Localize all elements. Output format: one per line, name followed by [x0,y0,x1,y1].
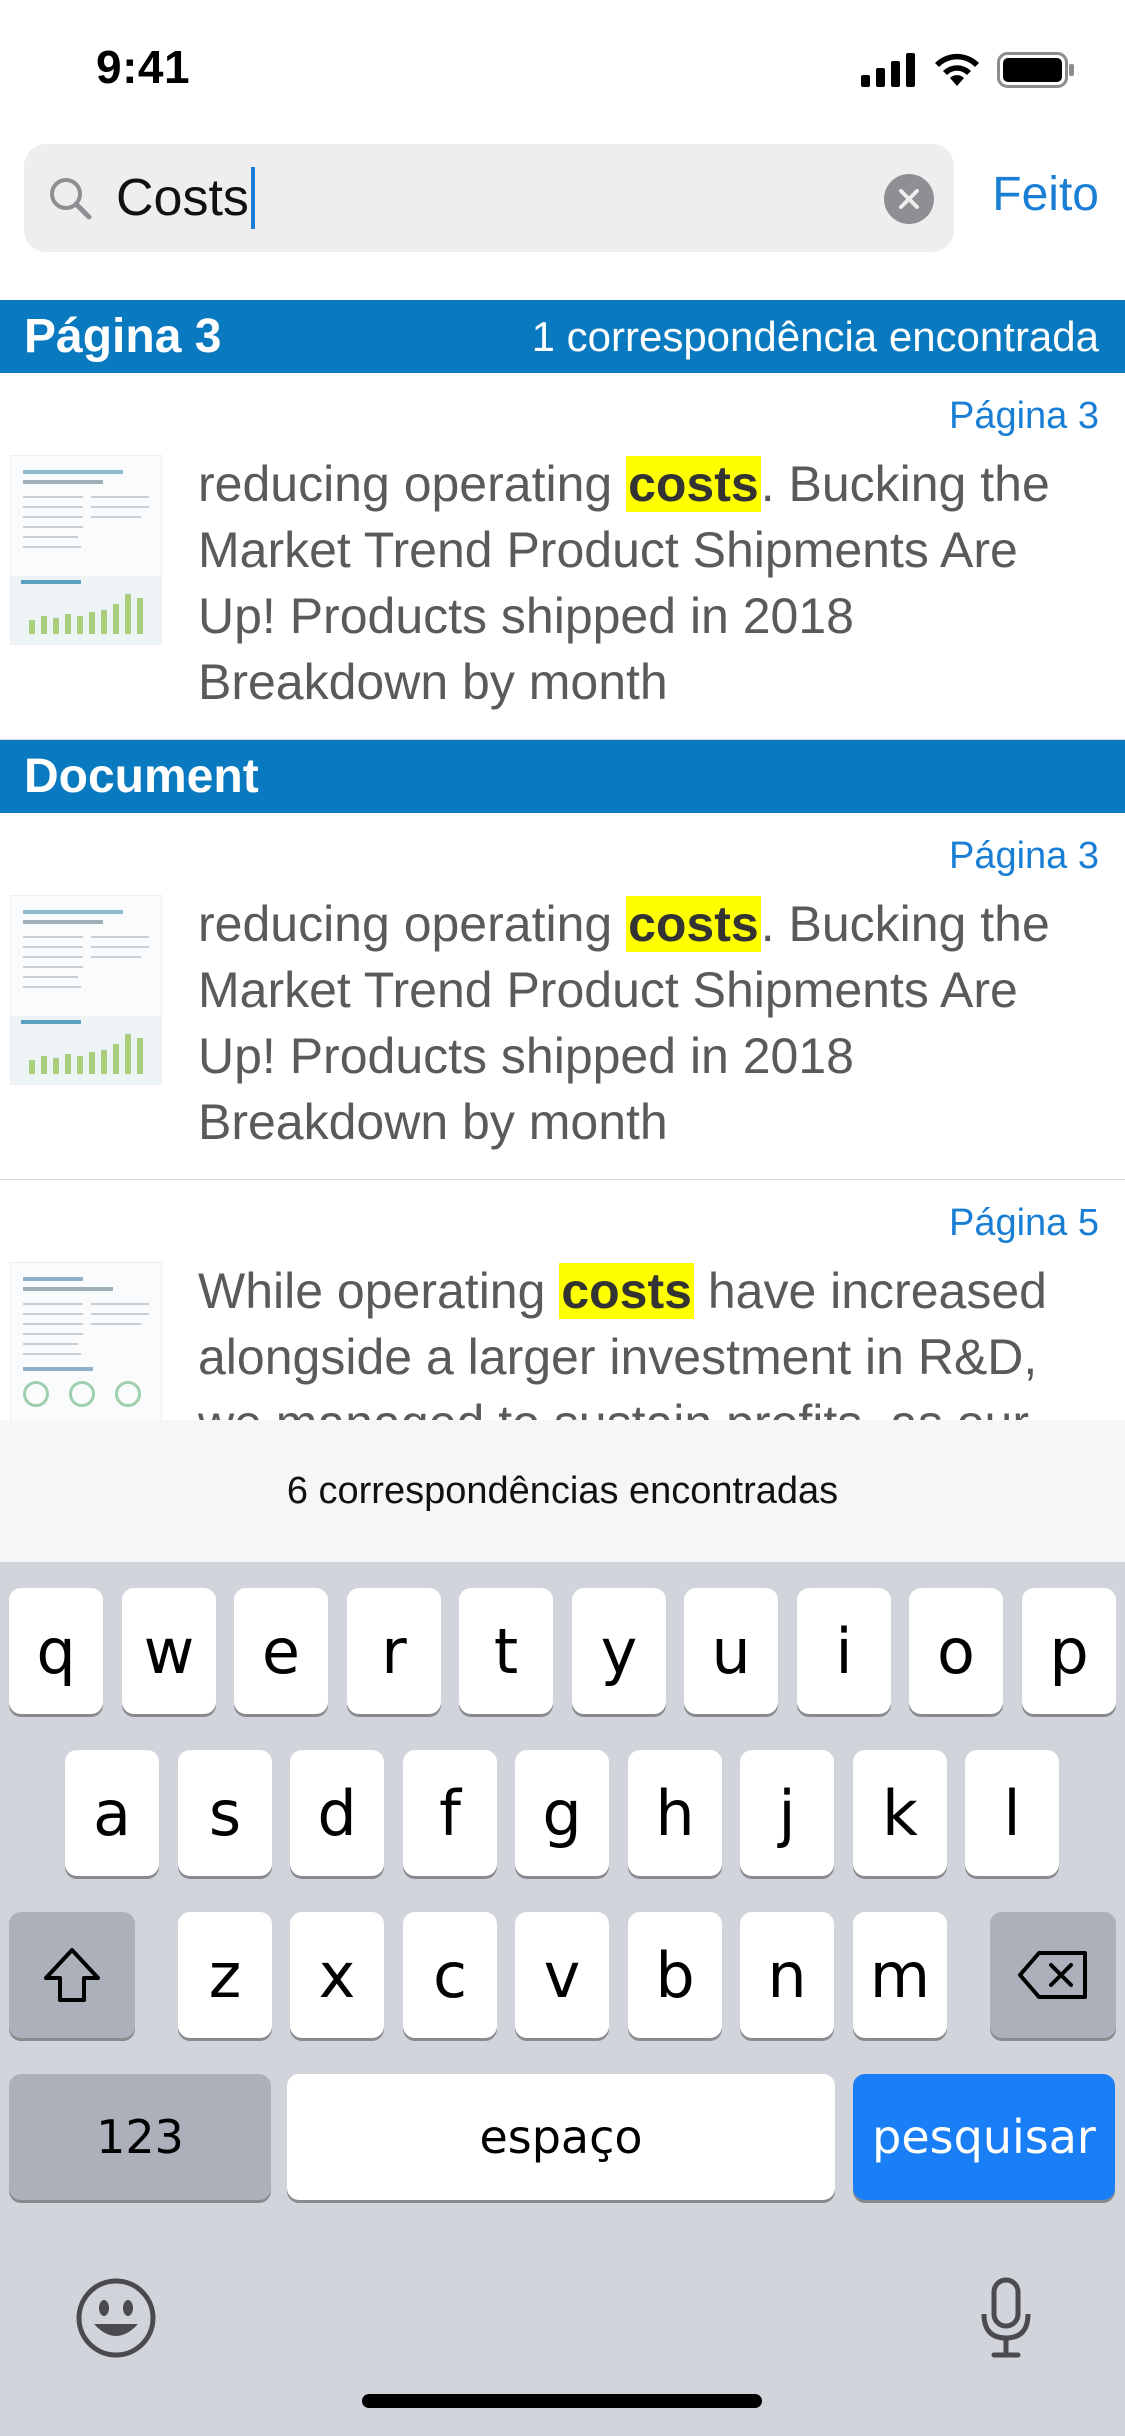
numbers-key[interactable]: 123 [9,2074,271,2200]
space-key[interactable]: espaço [287,2074,835,2200]
search-results: Página 3 1 correspondência encontrada Pá… [0,300,1125,1420]
key-z[interactable]: z [178,1912,272,2038]
section-match-count: 1 correspondência encontrada [531,312,1099,360]
key-u[interactable]: u [684,1588,778,1714]
home-indicator[interactable] [362,2394,762,2408]
search-query-text: Costs [116,169,249,227]
key-l[interactable]: l [965,1750,1059,1876]
search-row: Costs Feito [0,135,1125,265]
result-page-label: Página 5 [948,1202,1099,1244]
key-m[interactable]: m [853,1912,947,2038]
page-thumbnail [10,895,162,1085]
key-b[interactable]: b [628,1912,722,2038]
key-c[interactable]: c [403,1912,497,2038]
result-item[interactable]: Página 3 reducing operating costs. Bucki… [0,373,1125,740]
search-input[interactable]: Costs [116,167,255,229]
match-highlight: costs [626,896,761,952]
key-k[interactable]: k [853,1750,947,1876]
section-header-document: Document [0,740,1125,813]
status-time: 9:41 [96,41,191,93]
status-icons [861,50,1075,90]
microphone-icon [981,2277,1031,2358]
result-page-label: Página 3 [948,395,1099,437]
key-s[interactable]: s [178,1750,272,1876]
key-w[interactable]: w [122,1588,216,1714]
section-header-page-3: Página 3 1 correspondência encontrada [0,300,1125,373]
backspace-icon [1018,1951,1087,1999]
result-page-label: Página 3 [948,835,1099,877]
result-item[interactable]: Página 3 reducing operating costs. Bucki… [0,813,1125,1180]
result-item[interactable]: Página 5 While operating costs have incr… [0,1180,1125,1420]
shift-key[interactable] [9,1912,135,2038]
key-i[interactable]: i [797,1588,891,1714]
key-v[interactable]: v [515,1912,609,2038]
section-title: Document [24,750,259,803]
emoji-icon [76,2278,156,2358]
key-f[interactable]: f [403,1750,497,1876]
key-a[interactable]: a [65,1750,159,1876]
search-key[interactable]: pesquisar [853,2074,1115,2200]
key-y[interactable]: y [572,1588,666,1714]
key-n[interactable]: n [740,1912,834,2038]
search-field[interactable]: Costs [24,144,954,252]
key-d[interactable]: d [290,1750,384,1876]
key-o[interactable]: o [909,1588,1003,1714]
key-g[interactable]: g [515,1750,609,1876]
key-h[interactable]: h [628,1750,722,1876]
keyboard: q w e r t y u i o p a s d f g h j k l z … [0,1562,1125,2436]
key-j[interactable]: j [740,1750,834,1876]
page-thumbnail [10,455,162,645]
key-q[interactable]: q [9,1588,103,1714]
result-snippet: While operating costs have increased alo… [198,1263,1047,1420]
dictation-button[interactable] [978,2276,1034,2360]
close-icon [899,189,919,209]
status-bar: 9:41 [0,0,1125,135]
cellular-signal-icon [861,53,915,87]
key-r[interactable]: r [347,1588,441,1714]
delete-key[interactable] [990,1912,1116,2038]
done-button[interactable]: Feito [992,167,1099,222]
battery-icon [997,52,1074,88]
match-highlight: costs [626,456,761,512]
page-thumbnail [10,1262,162,1420]
section-title: Página 3 [24,310,222,363]
result-snippet: reducing operating costs. Bucking the Ma… [198,456,1050,710]
clear-search-button[interactable] [884,174,934,224]
match-summary-bar: 6 correspondências encontradas [0,1420,1125,1562]
key-e[interactable]: e [234,1588,328,1714]
key-x[interactable]: x [290,1912,384,2038]
key-t[interactable]: t [459,1588,553,1714]
wifi-icon [935,53,979,86]
emoji-button[interactable] [74,2276,158,2360]
text-caret [250,167,255,229]
shift-arrow-icon [44,1948,100,2002]
search-icon [50,178,92,220]
match-highlight: costs [559,1263,694,1319]
match-summary-text: 6 correspondências encontradas [286,1469,839,1512]
key-p[interactable]: p [1022,1588,1116,1714]
result-snippet: reducing operating costs. Bucking the Ma… [198,896,1050,1150]
